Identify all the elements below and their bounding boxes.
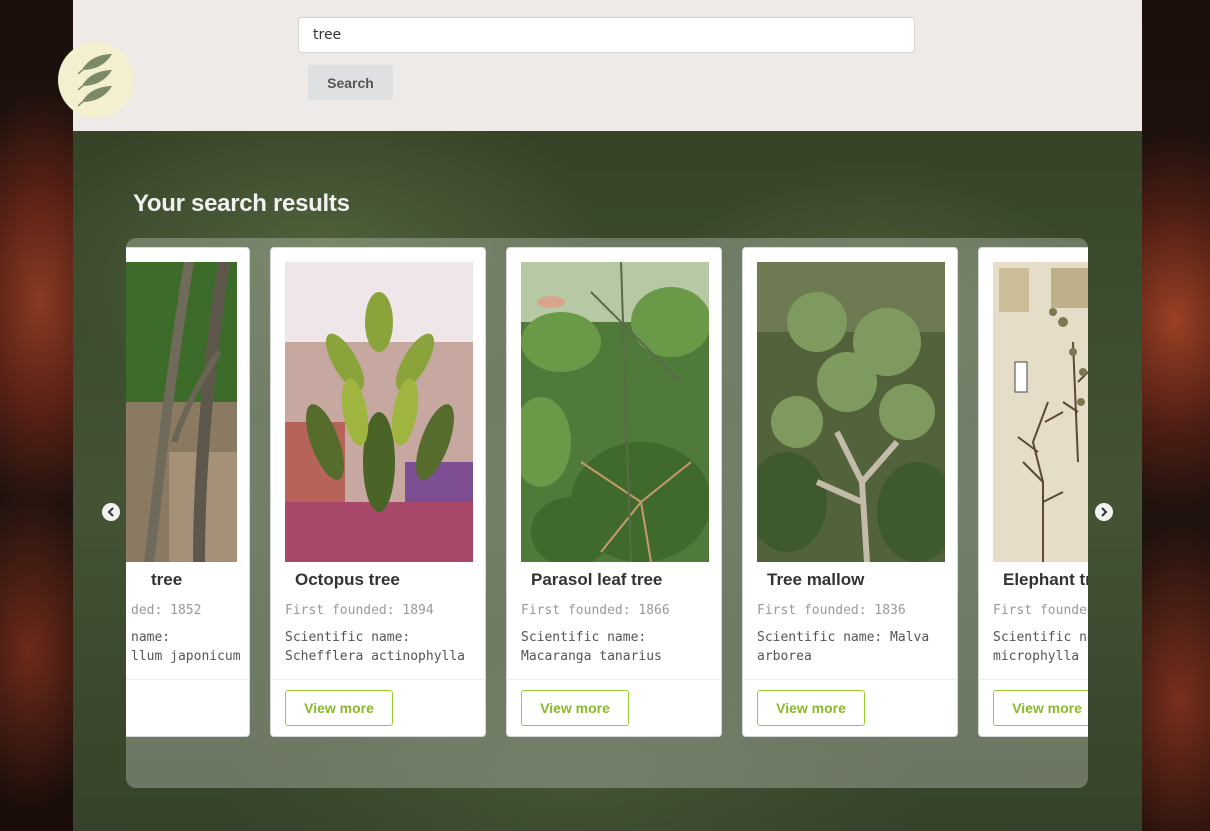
- card-founded: ded: 1852: [131, 603, 202, 618]
- results-title: Your search results: [133, 190, 350, 217]
- header: Search: [58, 0, 1142, 131]
- plant-photo: [285, 262, 473, 562]
- plant-photo: [521, 262, 709, 562]
- view-more-button[interactable]: View more: [521, 690, 629, 726]
- results-carousel: tree ded: 1852 name: llum japonicum re: [126, 238, 1088, 788]
- card-divider: [979, 679, 1088, 680]
- card-founded: First founded: 1894: [285, 603, 434, 618]
- search-button[interactable]: Search: [308, 65, 393, 100]
- card-divider: [271, 679, 485, 680]
- view-more-button[interactable]: View more: [993, 690, 1088, 726]
- card-scientific-name: Scientific name: Malva arborea: [757, 628, 937, 666]
- card-founded: First founded: 1866: [521, 603, 670, 618]
- card-sci-line: microphylla: [993, 649, 1080, 664]
- card-scientific-name: Scientific nam microphylla: [993, 628, 1088, 666]
- card-title: Octopus tree: [295, 570, 400, 589]
- card-sci-line: Macaranga tanarius: [521, 649, 662, 664]
- plant-photo: [126, 262, 237, 562]
- leaf-logo-icon[interactable]: [58, 42, 134, 118]
- card-sci-line: Schefflera actinophylla: [285, 649, 466, 664]
- page: Search Your search results tree ded: 185…: [58, 0, 1142, 831]
- card-divider: [743, 679, 957, 680]
- card-divider: [507, 679, 721, 680]
- plant-photo: [757, 262, 945, 562]
- card-scientific-name: name: llum japonicum: [131, 628, 249, 666]
- card-title: Parasol leaf tree: [531, 570, 663, 589]
- card-founded: First founded: 1836: [757, 603, 906, 618]
- card-sci-line: Scientific name:: [521, 630, 647, 645]
- chevron-right-icon[interactable]: [1095, 503, 1113, 521]
- card-sci-line: Scientific name:: [285, 630, 411, 645]
- chevron-left-icon[interactable]: [102, 503, 120, 521]
- result-card: Tree mallow First founded: 1836 Scientif…: [742, 247, 958, 737]
- result-card: Octopus tree First founded: 1894 Scienti…: [270, 247, 486, 737]
- result-card: tree ded: 1852 name: llum japonicum re: [126, 247, 250, 737]
- view-more-button[interactable]: View more: [757, 690, 865, 726]
- card-sci-line: name:: [131, 630, 171, 645]
- card-founded: First founded:: [993, 603, 1088, 618]
- card-sci-line: Scientific nam: [993, 630, 1088, 645]
- card-sci-line: llum japonicum: [131, 649, 241, 664]
- card-title: tree: [151, 570, 183, 589]
- herbarium-photo: [993, 262, 1088, 562]
- card-title: Elephant tr: [1003, 570, 1088, 589]
- card-scientific-name: Scientific name: Macaranga tanarius: [521, 628, 701, 666]
- search-input[interactable]: [298, 17, 915, 53]
- card-scientific-name: Scientific name: Schefflera actinophylla: [285, 628, 465, 666]
- card-title: Tree mallow: [767, 570, 865, 589]
- view-more-button[interactable]: View more: [285, 690, 393, 726]
- result-card: Parasol leaf tree First founded: 1866 Sc…: [506, 247, 722, 737]
- card-sci-line: Scientific name: Malva: [757, 630, 930, 645]
- card-sci-line: arborea: [757, 649, 812, 664]
- result-card: Elephant tr First founded: Scientific na…: [978, 247, 1088, 737]
- card-divider: [126, 679, 249, 680]
